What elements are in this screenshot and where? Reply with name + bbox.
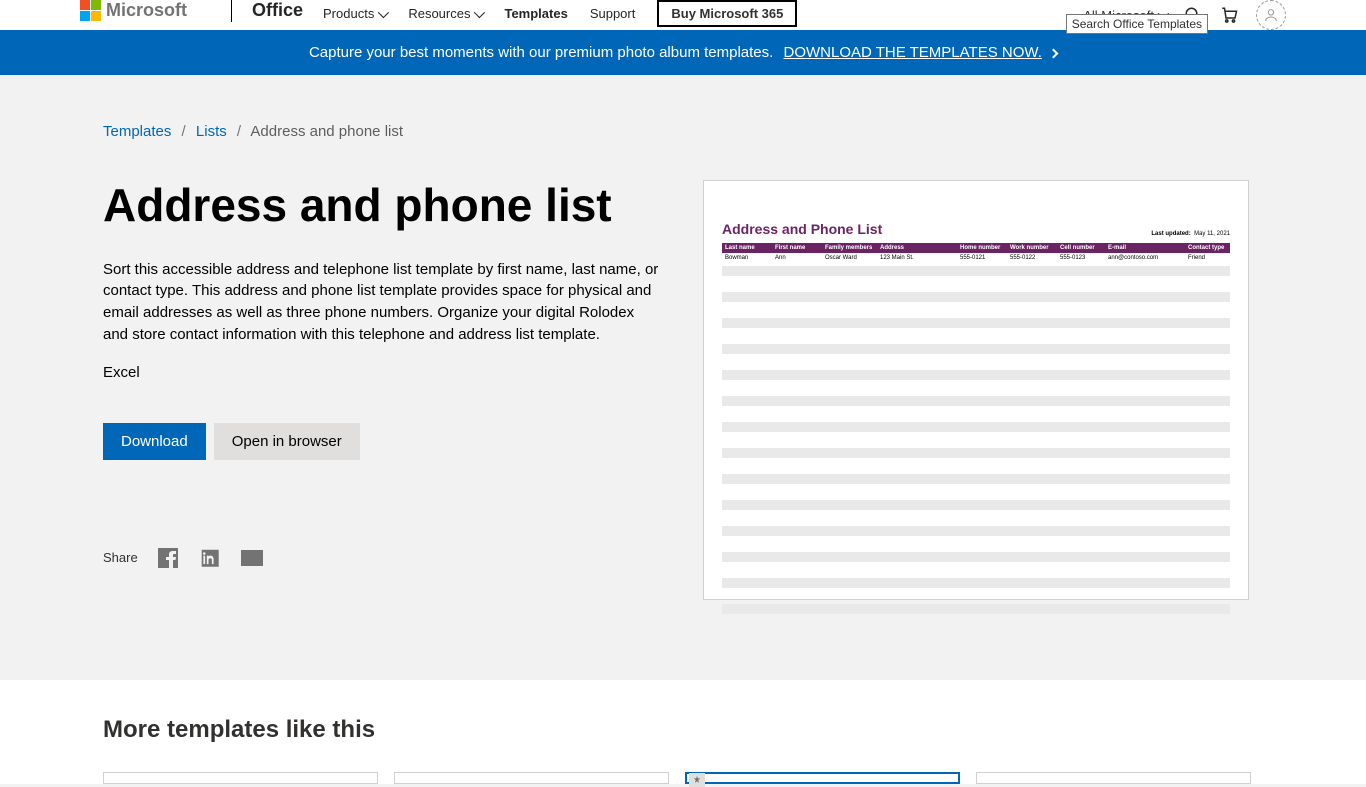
crumb-templates[interactable]: Templates	[103, 123, 171, 140]
buy-microsoft-365-button[interactable]: Buy Microsoft 365	[657, 0, 797, 27]
account-button[interactable]	[1256, 0, 1286, 30]
related-template-card[interactable]	[976, 772, 1251, 784]
nav-support-label: Support	[590, 6, 636, 21]
global-header: Microsoft Office Products Resources Temp…	[0, 0, 1366, 30]
chevron-down-icon	[378, 6, 389, 17]
promo-banner[interactable]: Capture your best moments with our premi…	[0, 30, 1366, 75]
nav-products[interactable]: Products	[323, 6, 386, 21]
chevron-down-icon	[474, 6, 485, 17]
related-template-card[interactable]	[103, 772, 378, 784]
user-icon	[1263, 7, 1279, 23]
preview-table-row: Bowman Ann Oscar Ward 123 Main St. 555-0…	[722, 253, 1230, 263]
microsoft-logo-icon	[80, 0, 101, 21]
related-template-card[interactable]	[394, 772, 669, 784]
template-app-label: Excel	[103, 364, 663, 381]
share-row: Share	[103, 546, 663, 570]
crumb-lists[interactable]: Lists	[196, 123, 227, 140]
related-template-card[interactable]	[685, 772, 960, 784]
crumb-sep: /	[237, 123, 241, 140]
crumb-sep: /	[182, 123, 186, 140]
office-link[interactable]: Office	[252, 0, 303, 21]
page-title: Address and phone list	[103, 180, 663, 231]
nav-resources[interactable]: Resources	[408, 6, 482, 21]
buy-label: Buy Microsoft 365	[671, 6, 783, 21]
microsoft-logo[interactable]: Microsoft	[80, 0, 187, 21]
promo-text: Capture your best moments with our premi…	[309, 44, 773, 61]
mail-icon[interactable]	[240, 546, 264, 570]
microsoft-logo-text: Microsoft	[106, 0, 187, 21]
preview-last-updated: Last updated: May 11, 2021	[1151, 231, 1230, 237]
main-nav: Products Resources Templates Support Buy…	[323, 0, 797, 27]
preview-title: Address and Phone List	[722, 221, 882, 237]
chevron-right-icon	[1049, 48, 1059, 58]
crumb-current: Address and phone list	[250, 123, 403, 140]
cart-icon	[1220, 6, 1238, 24]
more-templates-section: More templates like this	[103, 680, 1263, 784]
header-divider	[231, 0, 232, 22]
search-tooltip: Search Office Templates	[1066, 14, 1208, 34]
preview-table-header: Last name First name Family members Addr…	[722, 243, 1230, 253]
nav-resources-label: Resources	[408, 6, 470, 21]
premium-badge-icon	[689, 773, 705, 787]
share-label: Share	[103, 550, 138, 565]
linkedin-icon[interactable]	[198, 546, 222, 570]
action-buttons: Download Open in browser	[103, 423, 663, 460]
download-button[interactable]: Download	[103, 423, 206, 460]
facebook-icon[interactable]	[156, 546, 180, 570]
template-preview-pane: Address and Phone List Last updated: May…	[703, 180, 1249, 600]
template-info: Address and phone list Sort this accessi…	[103, 180, 663, 600]
nav-products-label: Products	[323, 6, 374, 21]
cart-button[interactable]	[1220, 6, 1238, 24]
open-in-browser-button[interactable]: Open in browser	[214, 423, 360, 460]
more-templates-title: More templates like this	[103, 716, 1263, 744]
nav-templates-label: Templates	[504, 6, 567, 21]
nav-templates[interactable]: Templates	[504, 6, 567, 21]
main-content: Templates / Lists / Address and phone li…	[103, 75, 1263, 680]
promo-link: DOWNLOAD THE TEMPLATES NOW.	[784, 44, 1042, 61]
template-preview: Address and Phone List Last updated: May…	[703, 180, 1249, 600]
nav-support[interactable]: Support	[590, 6, 636, 21]
template-description: Sort this accessible address and telepho…	[103, 259, 663, 346]
breadcrumb: Templates / Lists / Address and phone li…	[103, 123, 1263, 140]
